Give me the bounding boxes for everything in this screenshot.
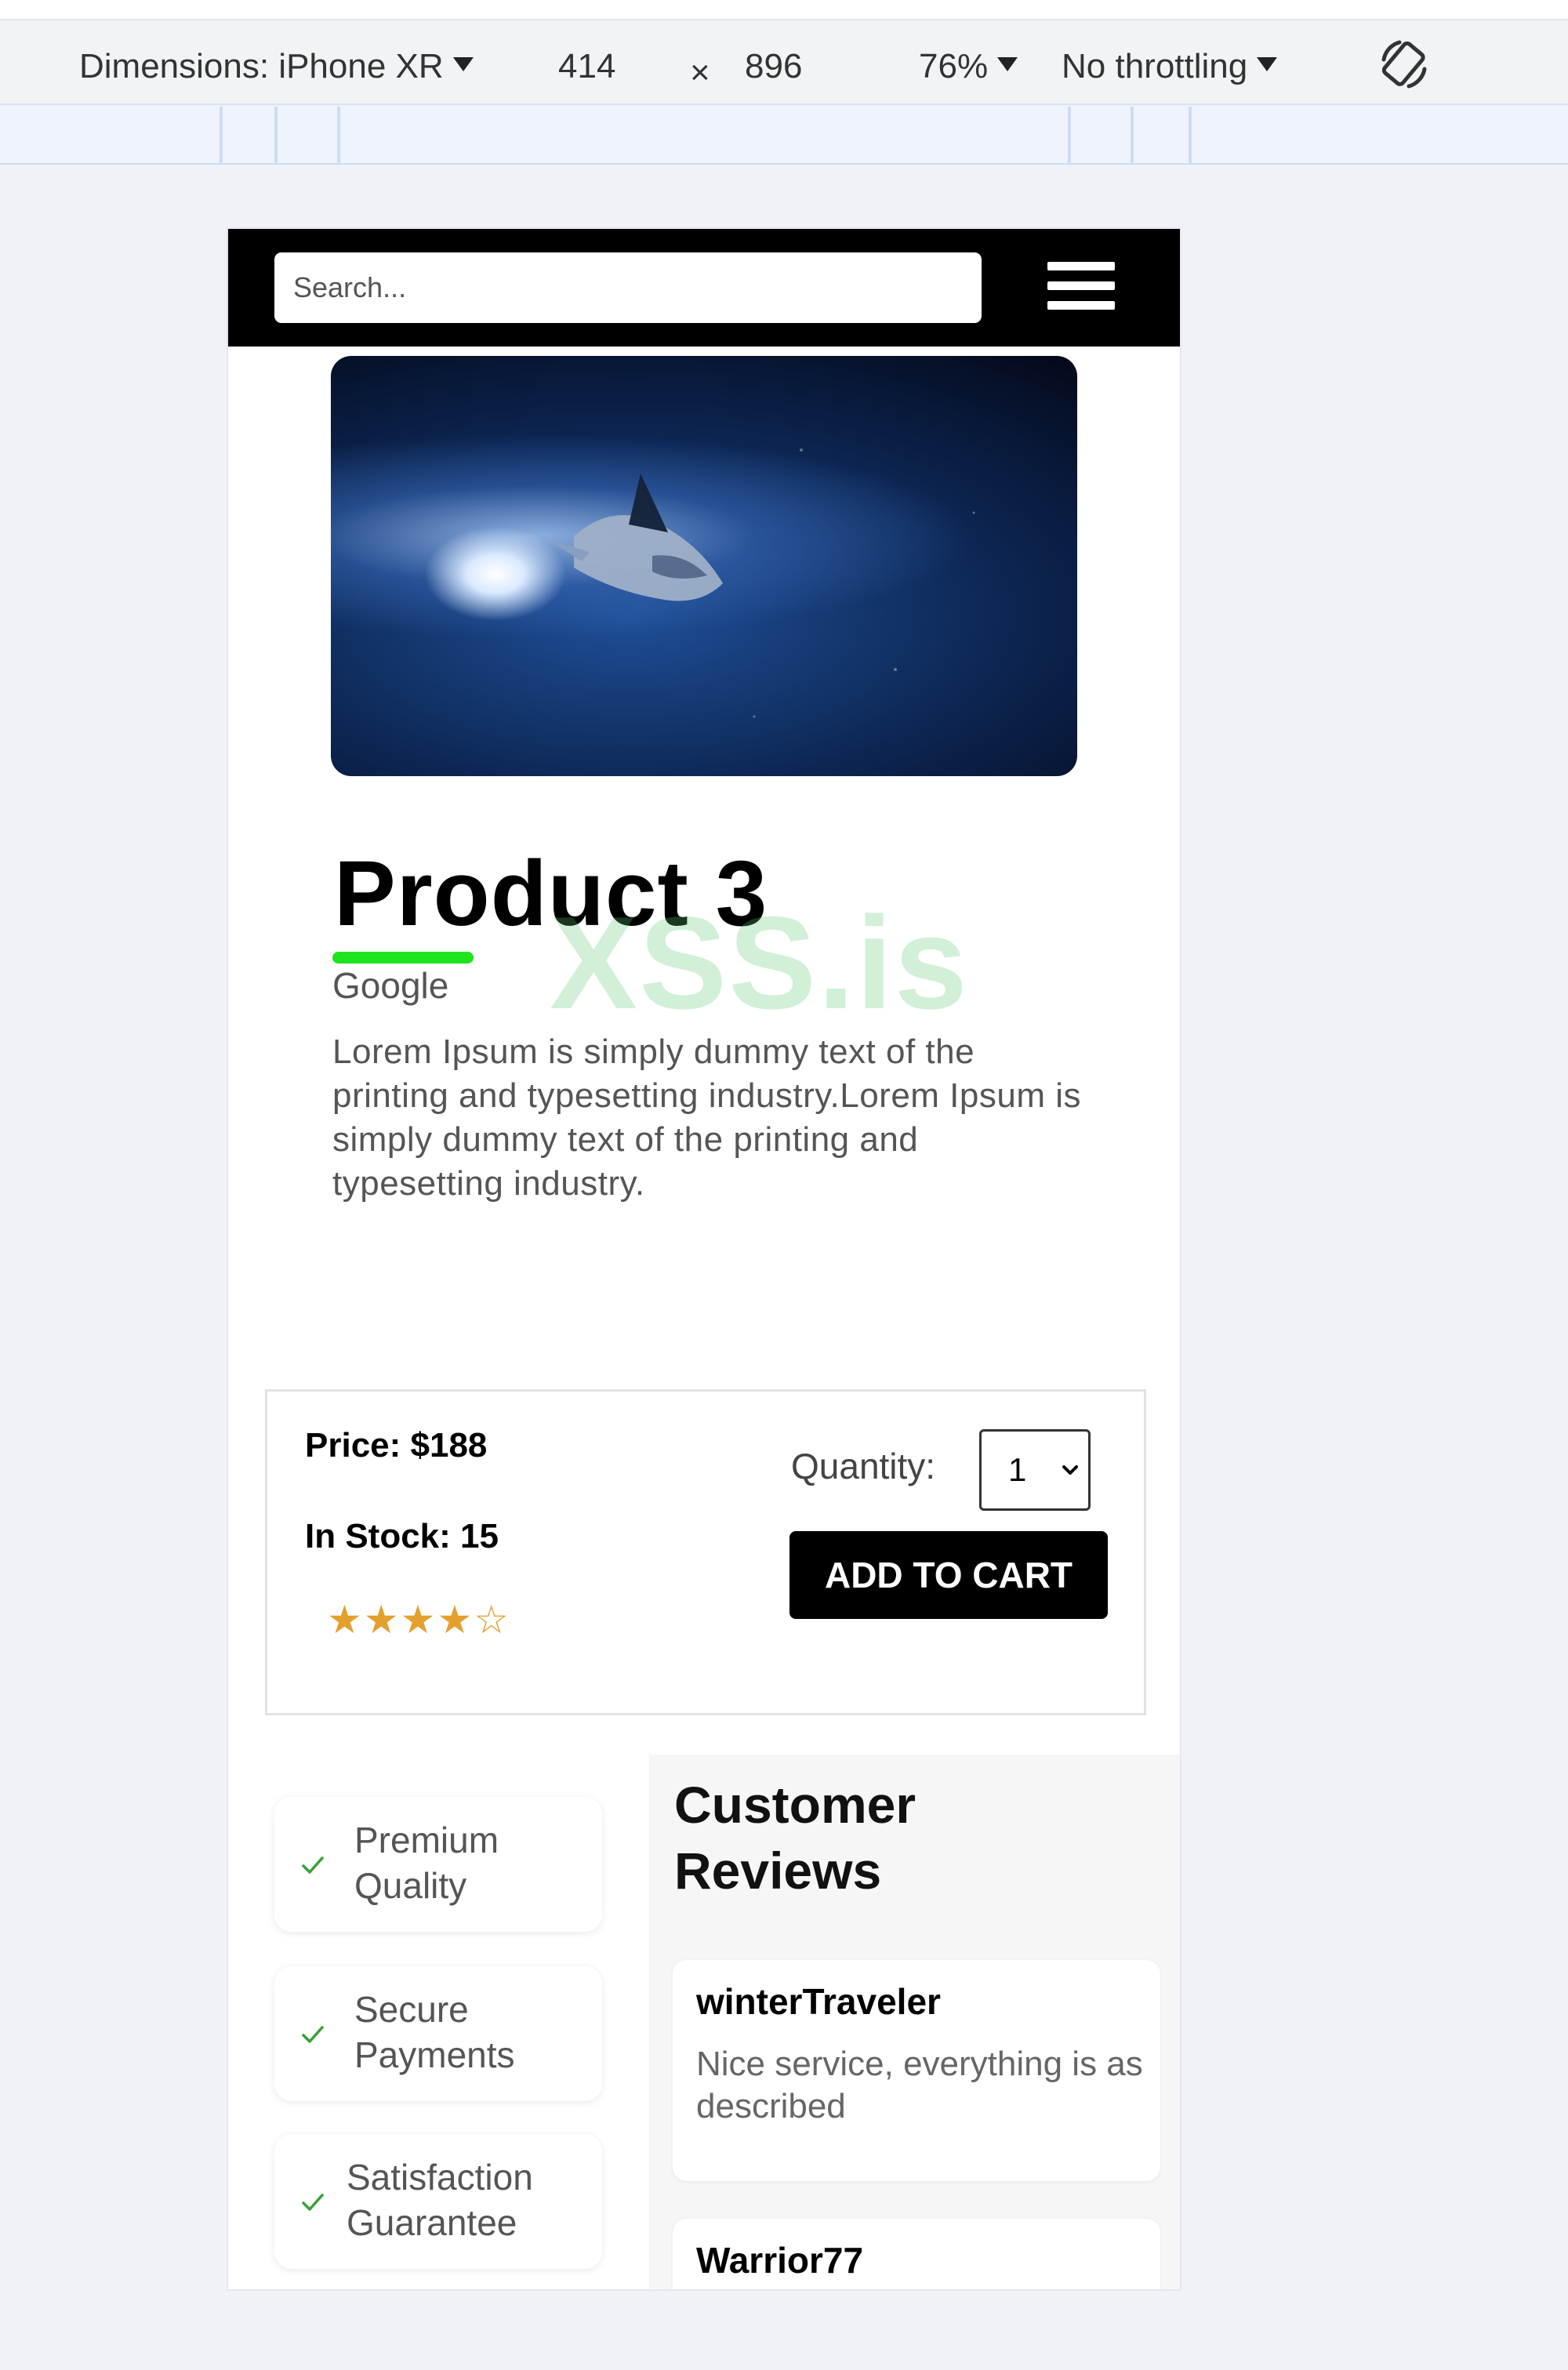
times-icon: × (690, 53, 710, 92)
product-brand: Google (332, 965, 449, 1006)
chevron-down-icon (1062, 1465, 1078, 1475)
search-input[interactable] (274, 252, 982, 323)
throttling-label: No throttling (1062, 47, 1248, 85)
feature-card: Satisfaction Guarantee (274, 2134, 602, 2269)
purchase-panel: Price: $188 In Stock: 15 ★★★★☆ Quantity:… (265, 1389, 1146, 1715)
feature-label: Premium Quality (354, 1820, 499, 1906)
caret-down-icon (1257, 57, 1278, 71)
add-to-cart-button[interactable]: ADD TO CART (789, 1531, 1108, 1619)
quantity-value: 1 (1008, 1451, 1027, 1488)
device-viewport: Product 3 Google Lorem Ipsum is simply d… (227, 227, 1181, 2291)
title-underline (332, 952, 474, 964)
check-icon (302, 2026, 324, 2043)
dimensions-label: Dimensions: iPhone XR (79, 47, 444, 85)
zoom-label: 76% (919, 47, 989, 85)
review-card: winterTraveler Nice service, everything … (673, 1960, 1160, 2181)
caret-down-icon (997, 57, 1018, 71)
feature-label: Satisfaction Guarantee (347, 2157, 533, 2243)
feature-label: Secure Payments (354, 1989, 515, 2075)
height-input[interactable]: 896 (745, 47, 802, 86)
ruler-tick (337, 107, 340, 163)
device-toolbar: Dimensions: iPhone XR 414 × 896 76% No t… (0, 22, 1568, 105)
media-query-ruler (0, 107, 1568, 165)
star-rating: ★★★★☆ (327, 1598, 511, 1642)
stock-label: In Stock: 15 (305, 1517, 499, 1555)
width-input[interactable]: 414 (558, 47, 615, 86)
reviews-heading: Customer Reviews (674, 1776, 916, 1900)
feature-card: Premium Quality (274, 1797, 602, 1932)
quantity-select[interactable]: 1 (979, 1429, 1091, 1511)
feature-card: Secure Payments (274, 1966, 602, 2101)
ruler-tick (1068, 107, 1071, 163)
ruler-tick (274, 107, 278, 163)
quantity-label: Quantity: (791, 1446, 936, 1486)
price-label: Price: $188 (305, 1426, 488, 1464)
ruler-tick (1189, 107, 1192, 163)
browser-top-strip (0, 0, 1568, 20)
zoom-dropdown[interactable]: 76% (919, 47, 1018, 86)
product-image (331, 356, 1077, 776)
dimensions-dropdown[interactable]: Dimensions: iPhone XR (79, 47, 474, 86)
watermark: XSS.is (550, 889, 969, 1036)
spacecraft-illustration (550, 448, 975, 718)
check-icon (302, 2194, 324, 2211)
ruler-tick (1131, 107, 1134, 163)
customer-reviews-section: Customer Reviews winterTraveler Nice ser… (649, 1755, 1180, 2289)
review-text: Nice service, everything is as described (696, 2045, 1143, 2125)
ruler-tick (220, 107, 223, 163)
caret-down-icon (452, 57, 474, 71)
check-icon (302, 1856, 324, 1874)
throttling-dropdown[interactable]: No throttling (1062, 47, 1278, 86)
navbar (228, 229, 1180, 347)
rotate-device-icon[interactable] (1376, 36, 1432, 93)
review-card: Warrior77 (673, 2219, 1160, 2289)
review-author: Warrior77 (696, 2240, 864, 2281)
product-description: Lorem Ipsum is simply dummy text of the … (332, 1033, 1081, 1203)
hamburger-menu-icon[interactable] (1047, 262, 1115, 310)
review-author: winterTraveler (696, 1981, 941, 2022)
